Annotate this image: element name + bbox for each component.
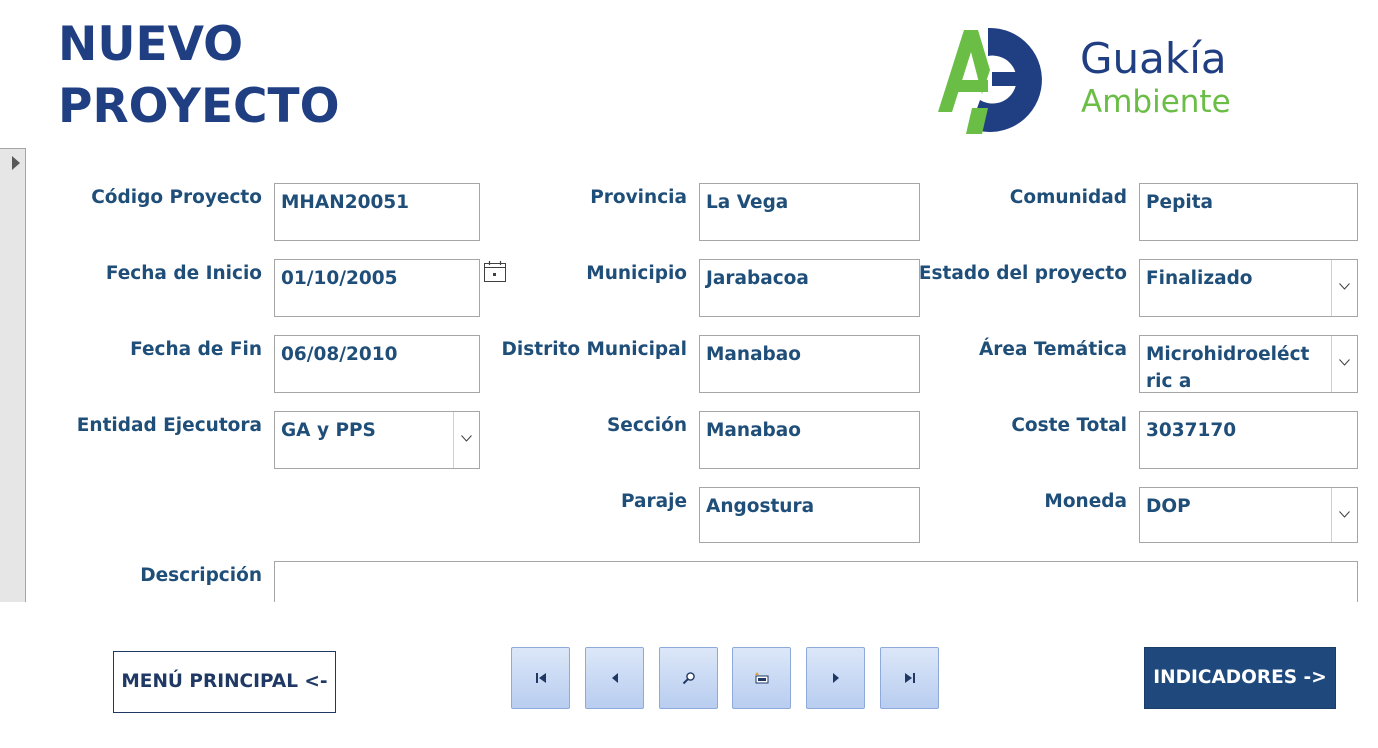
paraje-label: Paraje xyxy=(620,491,687,512)
chevron-down-icon xyxy=(1339,511,1350,518)
logo-subtitle: Ambiente xyxy=(1081,84,1231,120)
search-icon xyxy=(682,672,695,685)
fecha-inicio-field[interactable]: 01/10/2005 xyxy=(274,259,480,317)
area-value: Microhidroeléctric a xyxy=(1146,344,1310,392)
entidad-combo[interactable]: GA y PPS xyxy=(274,411,480,469)
last-record-icon xyxy=(904,673,915,683)
next-record-button[interactable] xyxy=(806,647,865,709)
distrito-value: Manabao xyxy=(706,344,801,365)
page-title-line1: NUEVO xyxy=(58,17,244,72)
distrito-field[interactable]: Manabao xyxy=(699,335,920,393)
descripcion-field[interactable] xyxy=(274,561,1358,602)
area-dropdown-button[interactable] xyxy=(1331,336,1357,392)
municipio-field[interactable]: Jarabacoa xyxy=(699,259,920,317)
seccion-value: Manabao xyxy=(706,420,801,441)
search-button[interactable] xyxy=(659,647,718,709)
company-logo xyxy=(930,24,1050,136)
next-record-icon xyxy=(832,673,839,683)
paraje-field[interactable]: Angostura xyxy=(699,487,920,543)
record-selector[interactable] xyxy=(0,148,26,602)
descripcion-label: Descripción xyxy=(140,565,262,586)
coste-value: 3037170 xyxy=(1146,420,1237,441)
fecha-inicio-label: Fecha de Inicio xyxy=(105,263,262,284)
first-record-icon xyxy=(535,673,546,683)
calendar-icon[interactable] xyxy=(483,259,507,283)
seccion-label: Sección xyxy=(606,415,687,436)
entidad-value: GA y PPS xyxy=(281,420,376,441)
estado-dropdown-button[interactable] xyxy=(1331,260,1357,316)
last-record-button[interactable] xyxy=(880,647,939,709)
first-record-button[interactable] xyxy=(511,647,570,709)
fecha-fin-field[interactable]: 06/08/2010 xyxy=(274,335,480,393)
seccion-field[interactable]: Manabao xyxy=(699,411,920,469)
entidad-label: Entidad Ejecutora xyxy=(76,415,262,436)
new-record-icon xyxy=(754,672,768,684)
municipio-label: Municipio xyxy=(586,263,687,284)
fecha-fin-label: Fecha de Fin xyxy=(130,339,262,360)
chevron-down-icon xyxy=(1339,359,1350,366)
moneda-dropdown-button[interactable] xyxy=(1331,488,1357,542)
new-record-button[interactable] xyxy=(732,647,791,709)
fecha-fin-value: 06/08/2010 xyxy=(281,344,398,365)
moneda-combo[interactable]: DOP xyxy=(1139,487,1358,543)
moneda-label: Moneda xyxy=(1044,491,1127,512)
page-title-line2: PROYECTO xyxy=(58,79,340,134)
municipio-value: Jarabacoa xyxy=(706,268,809,289)
page-title: NUEVO PROYECTO xyxy=(58,14,340,138)
comunidad-field[interactable]: Pepita xyxy=(1139,183,1358,241)
comunidad-label: Comunidad xyxy=(1009,187,1127,208)
chevron-down-icon xyxy=(1339,283,1350,290)
distrito-label: Distrito Municipal xyxy=(501,339,687,360)
codigo-label: Código Proyecto xyxy=(91,187,262,208)
estado-label: Estado del proyecto xyxy=(918,263,1127,284)
moneda-value: DOP xyxy=(1146,496,1191,517)
codigo-field[interactable]: MHAN20051 xyxy=(274,183,480,241)
entidad-dropdown-button[interactable] xyxy=(453,412,479,468)
fecha-inicio-value: 01/10/2005 xyxy=(281,268,398,289)
area-combo[interactable]: Microhidroeléctric a xyxy=(1139,335,1358,393)
chevron-down-icon xyxy=(461,435,472,442)
logo-name: Guakía xyxy=(1080,34,1227,83)
previous-record-icon xyxy=(611,673,618,683)
coste-label: Coste Total xyxy=(1011,415,1127,436)
ag-logo-icon xyxy=(938,27,1042,134)
menu-principal-button[interactable]: MENÚ PRINCIPAL <- xyxy=(113,651,336,713)
current-record-icon xyxy=(12,156,20,170)
codigo-value: MHAN20051 xyxy=(281,192,410,213)
provincia-value: La Vega xyxy=(706,192,789,213)
previous-record-button[interactable] xyxy=(585,647,644,709)
area-label: Área Temática xyxy=(978,339,1127,360)
coste-field[interactable]: 3037170 xyxy=(1139,411,1358,469)
paraje-value: Angostura xyxy=(706,496,815,517)
provincia-field[interactable]: La Vega xyxy=(699,183,920,241)
estado-value: Finalizado xyxy=(1146,268,1253,289)
indicadores-button[interactable]: INDICADORES -> xyxy=(1144,647,1336,709)
comunidad-value: Pepita xyxy=(1146,192,1214,213)
provincia-label: Provincia xyxy=(590,187,687,208)
estado-combo[interactable]: Finalizado xyxy=(1139,259,1358,317)
